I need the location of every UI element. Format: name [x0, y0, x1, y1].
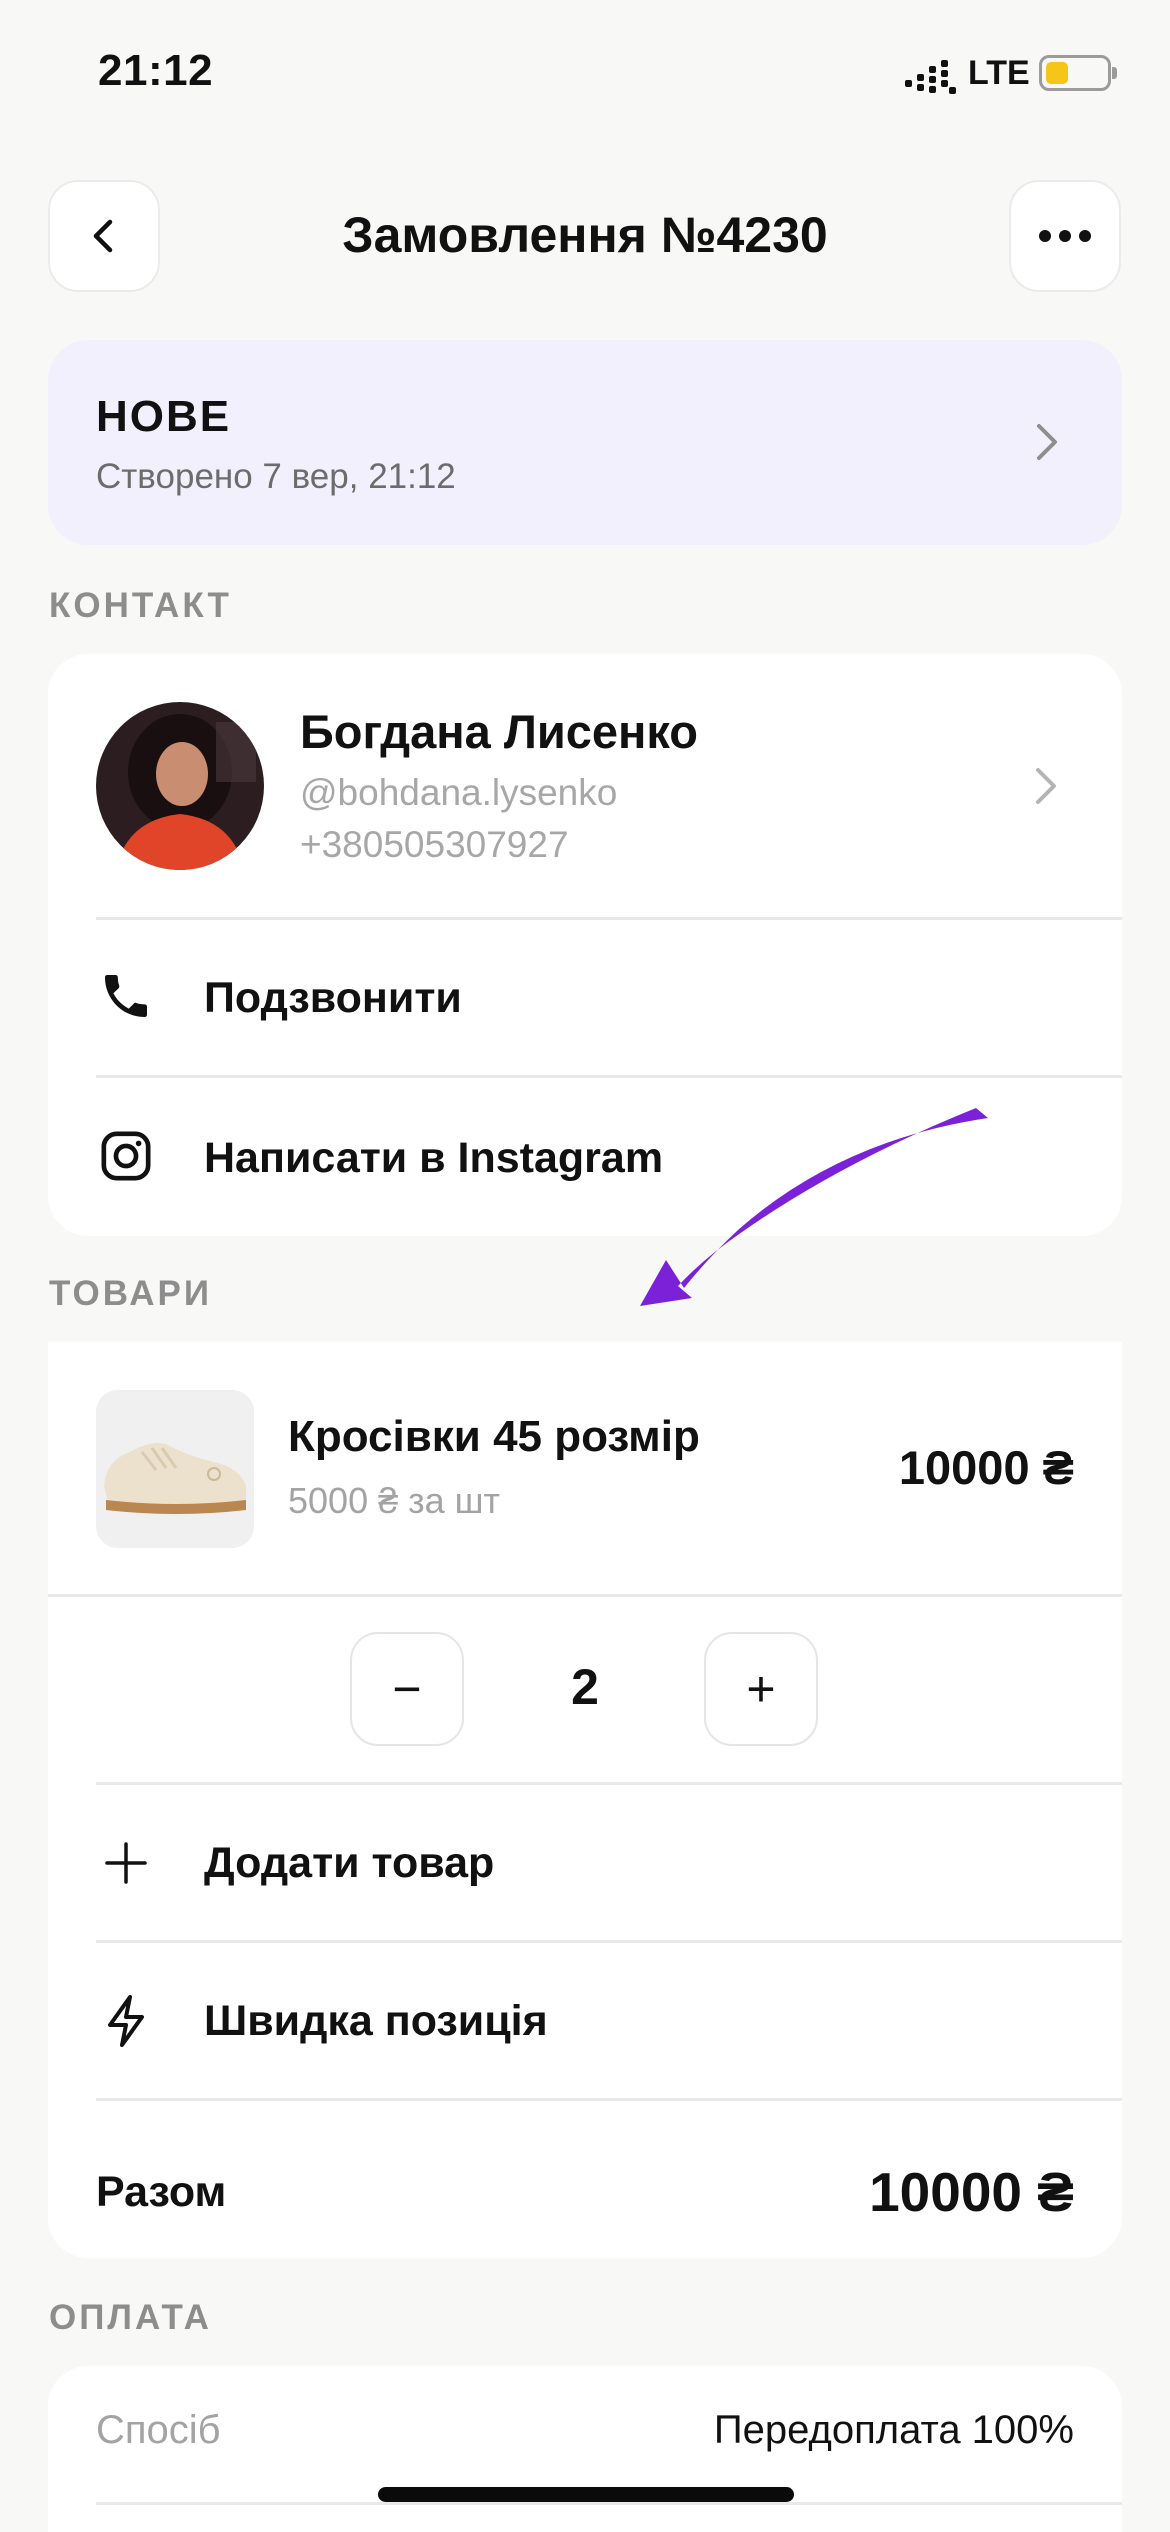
battery-icon [1039, 55, 1117, 91]
total-value: 10000 ₴ [869, 2161, 1074, 2223]
product-unit-price: 5000 ₴ за шт [288, 1480, 501, 1521]
add-product-label: Додати товар [204, 1839, 495, 1887]
call-label: Подзвонити [204, 974, 462, 1022]
ellipsis-icon [1039, 230, 1091, 242]
divider [48, 1594, 1122, 1597]
quantity-value: 2 [571, 1659, 599, 1715]
instagram-icon [96, 1126, 156, 1186]
battery-level [1046, 62, 1068, 84]
contact-card: Богдана Лисенко @bohdana.lysenko +380505… [48, 654, 1122, 1236]
instagram-label: Написати в Instagram [204, 1134, 664, 1182]
call-row[interactable]: Подзвонити [48, 920, 1122, 1075]
contact-handle: @bohdana.lysenko [300, 772, 618, 813]
order-status-title: НОВЕ [96, 392, 232, 441]
divider [96, 2098, 1122, 2101]
network-type: LTE [968, 54, 1030, 92]
payment-method-value: Передоплата 100% [713, 2408, 1074, 2452]
divider [96, 2502, 1122, 2505]
order-status-card[interactable]: НОВЕ Створено 7 вер, 21:12 [48, 340, 1122, 545]
payment-method-row[interactable]: Спосіб Передоплата 100% [48, 2366, 1122, 2502]
chevron-right-icon [1037, 424, 1057, 460]
page-title: Замовлення №4230 [342, 207, 828, 263]
quick-item-label: Швидка позиція [204, 1997, 548, 2045]
order-created-date: Створено 7 вер, 21:12 [96, 457, 456, 496]
home-indicator [378, 2487, 794, 2502]
payment-card: Спосіб Передоплата 100% [48, 2366, 1122, 2532]
more-options-button[interactable] [1009, 180, 1121, 292]
increment-quantity-button[interactable]: + [704, 1632, 818, 1746]
contact-name: Богдана Лисенко [300, 705, 698, 758]
order-details-screen: 21:12 LTE Замовлення №4230 НОВЕ Створено… [0, 0, 1170, 2532]
payment-section-label: ОПЛАТА [49, 2298, 212, 2337]
products-card: Кросівки 45 розмір 5000 ₴ за шт 10000 ₴ … [48, 1342, 1122, 2258]
phone-icon [96, 966, 156, 1026]
contact-section-label: КОНТАКТ [49, 586, 232, 625]
status-bar: 21:12 LTE [0, 0, 1170, 150]
plus-icon [96, 1833, 156, 1893]
products-section-label: ТОВАРИ [49, 1274, 213, 1313]
add-product-row[interactable]: Додати товар [48, 1785, 1122, 1940]
contact-phone: +380505307927 [300, 824, 569, 865]
total-label: Разом [96, 2168, 227, 2216]
decrement-quantity-button[interactable]: − [350, 1632, 464, 1746]
instagram-row[interactable]: Написати в Instagram [48, 1078, 1122, 1236]
product-name: Кросівки 45 розмір [288, 1412, 700, 1461]
product-item[interactable]: Кросівки 45 розмір 5000 ₴ за шт 10000 ₴ [48, 1342, 1122, 1594]
quick-item-row[interactable]: Швидка позиція [48, 1943, 1122, 2098]
contact-row[interactable]: Богдана Лисенко @bohdana.lysenko +380505… [48, 654, 1122, 918]
status-time: 21:12 [98, 46, 214, 95]
minus-icon: − [392, 1661, 422, 1717]
payment-method-label: Спосіб [96, 2408, 221, 2452]
plus-icon: + [746, 1661, 776, 1717]
product-image [96, 1390, 254, 1548]
chevron-right-icon [1036, 768, 1056, 804]
product-line-total: 10000 ₴ [898, 1441, 1074, 1494]
lightning-icon [96, 1991, 156, 2051]
signal-strength-icon [905, 60, 957, 94]
avatar [96, 702, 264, 870]
